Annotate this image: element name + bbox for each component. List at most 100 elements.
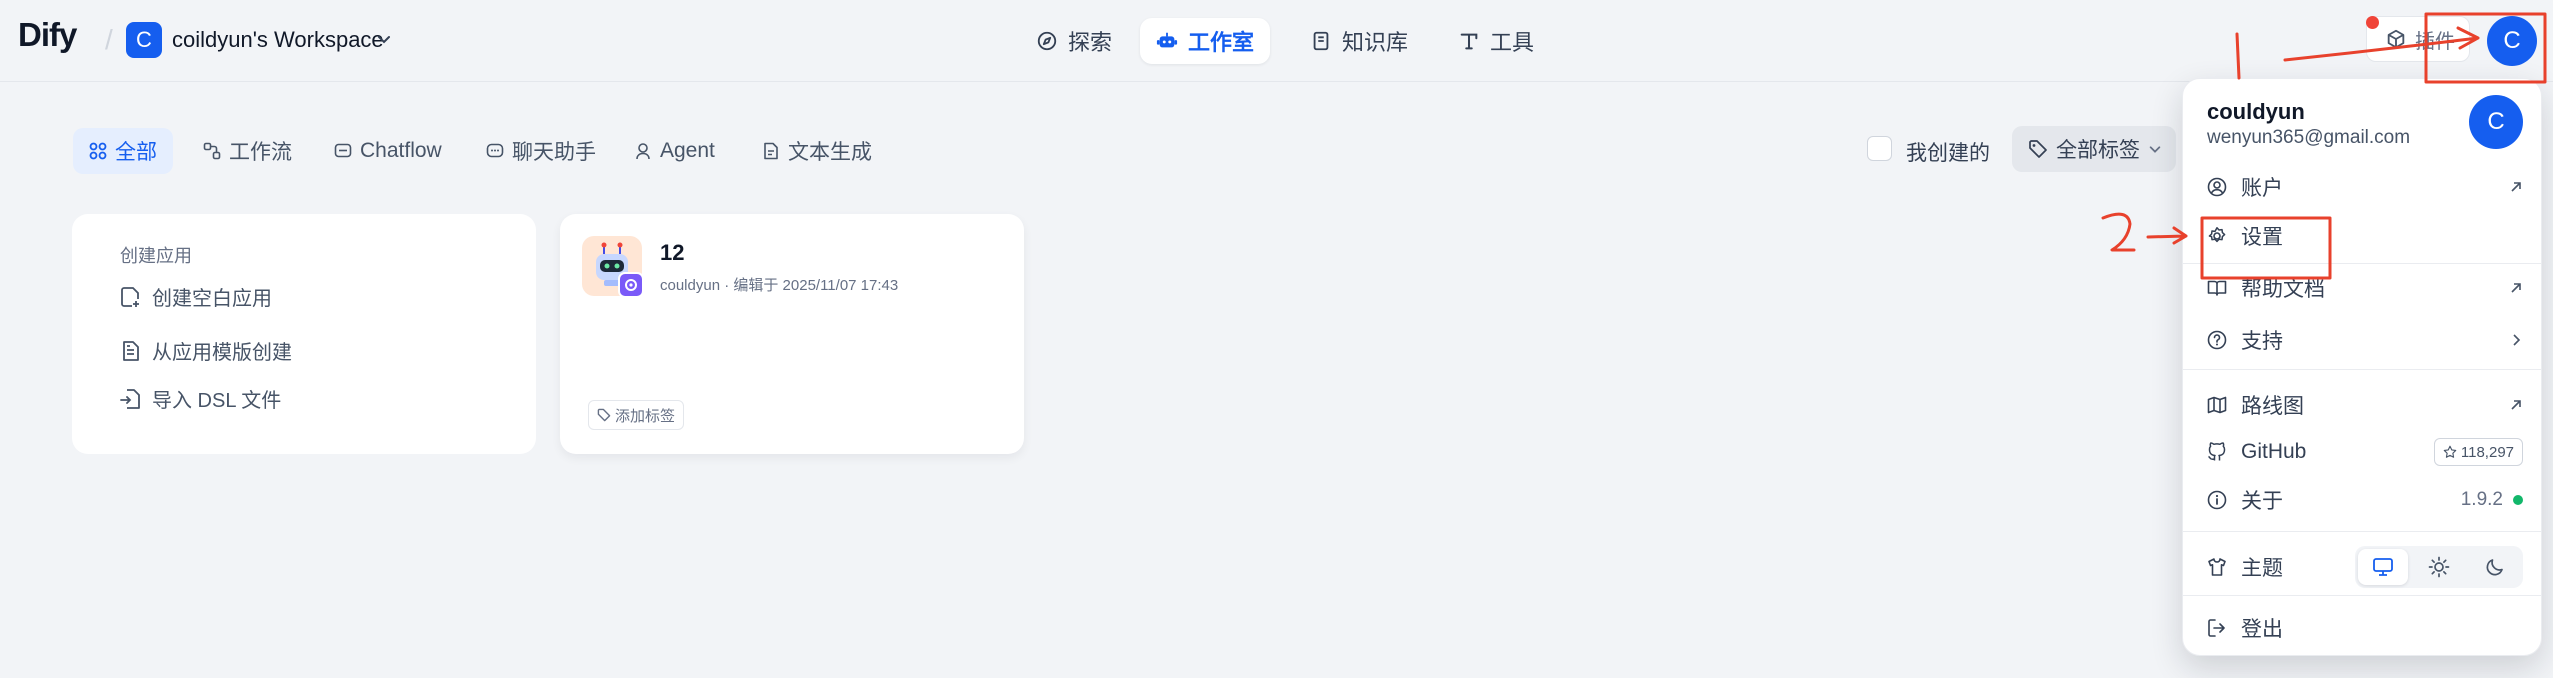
menu-item-github[interactable]: GitHub 118,297 [2207, 436, 2523, 468]
menu-github-label: GitHub [2241, 440, 2307, 463]
menu-divider [2183, 531, 2541, 532]
menu-item-theme: 主题 [2207, 546, 2523, 588]
import-dsl-label: 导入 DSL 文件 [152, 390, 282, 412]
menu-item-settings[interactable]: 设置 [2207, 220, 2523, 252]
chevron-right-icon [2509, 333, 2523, 347]
chevron-down-icon [2148, 142, 2162, 156]
menu-user-avatar: C [2469, 95, 2523, 149]
menu-settings-label: 设置 [2241, 226, 2283, 249]
tag-icon [597, 408, 611, 422]
tab-chatflow[interactable]: Chatflow [318, 128, 458, 174]
annotation-number-2 [2101, 212, 2136, 252]
menu-divider [2183, 369, 2541, 370]
create-template-label: 从应用模版创建 [152, 342, 292, 364]
workflow-icon [203, 142, 221, 160]
menu-item-account[interactable]: 账户 [2207, 171, 2523, 203]
user-avatar-button[interactable]: C [2487, 16, 2537, 66]
create-app-title: 创建应用 [120, 246, 192, 266]
dify-logo[interactable]: Dify [18, 16, 77, 54]
add-tag-button[interactable]: 添加标签 [588, 400, 685, 430]
menu-roadmap-label: 路线图 [2241, 395, 2304, 418]
tab-agent-label: Agent [660, 139, 715, 162]
create-from-template-button[interactable]: 从应用模版创建 [120, 336, 292, 365]
menu-item-roadmap[interactable]: 路线图 [2207, 389, 2523, 421]
menu-divider [2183, 263, 2541, 264]
notification-dot [2366, 16, 2379, 29]
gear-icon [2207, 226, 2227, 246]
workspace-name[interactable]: coildyun's Workspace [172, 27, 384, 53]
tab-text-generation[interactable]: 文本生成 [746, 128, 888, 174]
menu-item-logout[interactable]: 登出 [2207, 612, 2523, 644]
all-tags-label: 全部标签 [2056, 139, 2140, 162]
sun-icon [2428, 556, 2450, 578]
menu-item-support[interactable]: 支持 [2207, 324, 2523, 356]
app-card[interactable]: 12 couldyun · 编辑于 2025/11/07 17:43 添加标签 [560, 214, 1024, 454]
menu-logout-label: 登出 [2241, 618, 2283, 641]
tab-workflow[interactable]: 工作流 [187, 128, 308, 174]
menu-about-label: 关于 [2241, 490, 2283, 513]
tab-all[interactable]: 全部 [73, 128, 173, 174]
tab-agent[interactable]: Agent [618, 128, 731, 174]
tag-icon [2028, 139, 2048, 159]
menu-divider [2183, 595, 2541, 596]
create-app-card: 创建应用 创建空白应用 从应用模版创建 导入 DSL 文件 [72, 214, 536, 454]
menu-account-label: 账户 [2241, 177, 2283, 200]
plugins-button[interactable]: 插件 [2366, 16, 2470, 62]
created-by-me-checkbox[interactable] [1867, 136, 1892, 161]
menu-help-label: 帮助文档 [2241, 278, 2325, 301]
theme-dark-button[interactable] [2470, 549, 2520, 585]
github-stars-badge: 118,297 [2433, 438, 2523, 466]
cube-icon [2385, 28, 2407, 50]
tab-text-label: 文本生成 [788, 141, 872, 164]
create-blank-app-button[interactable]: 创建空白应用 [120, 282, 272, 311]
user-circle-icon [2207, 177, 2227, 197]
chat-bubble-icon [486, 142, 504, 160]
nav-knowledge[interactable]: 知识库 [1294, 18, 1424, 64]
logo-text: Dify [18, 16, 77, 53]
moon-icon [2485, 557, 2505, 577]
created-by-me-label[interactable]: 我创建的 [1906, 137, 1990, 167]
map-icon [2207, 395, 2227, 415]
app-name: 12 [660, 240, 685, 265]
tab-chat-assistant[interactable]: 聊天助手 [470, 128, 612, 174]
logout-icon [2207, 618, 2227, 638]
logo-separator: / [105, 24, 113, 55]
all-tags-dropdown[interactable]: 全部标签 [2012, 126, 2176, 172]
nav-tools-label: 工具 [1490, 30, 1535, 55]
chevron-down-icon[interactable] [376, 31, 392, 47]
grid-icon [89, 142, 107, 160]
menu-user-name: couldyun [2207, 99, 2305, 124]
theme-light-button[interactable] [2414, 549, 2464, 585]
star-icon [2443, 445, 2457, 459]
nav-tools[interactable]: 工具 [1442, 18, 1550, 64]
workspace-avatar[interactable]: C [126, 22, 162, 58]
theme-switcher [2355, 546, 2523, 588]
file-import-icon [120, 388, 140, 410]
import-dsl-button[interactable]: 导入 DSL 文件 [120, 384, 281, 413]
version-info: 1.9.2 [2461, 489, 2523, 511]
menu-theme-label: 主题 [2241, 557, 2283, 580]
github-stars-count: 118,297 [2460, 443, 2514, 461]
menu-support-label: 支持 [2241, 330, 2283, 353]
document-icon [762, 142, 780, 160]
user-menu-dropdown: couldyun wenyun365@gmail.com C 账户 设置 帮助文… [2182, 78, 2542, 656]
monitor-icon [2372, 557, 2394, 577]
file-text-icon [120, 340, 140, 362]
app-meta: couldyun · 编辑于 2025/11/07 17:43 [660, 277, 899, 294]
nav-explore-label: 探索 [1068, 30, 1113, 55]
tab-all-label: 全部 [115, 141, 157, 164]
plugins-label: 插件 [2415, 30, 2455, 53]
help-circle-icon [2207, 330, 2227, 350]
book-open-icon [2207, 278, 2227, 298]
nav-studio[interactable]: 工作室 [1140, 18, 1271, 64]
external-arrow-icon [2509, 398, 2523, 412]
theme-system-button[interactable] [2358, 549, 2408, 585]
external-arrow-icon [2509, 281, 2523, 295]
compass-icon [1036, 30, 1058, 52]
nav-explore[interactable]: 探索 [1020, 18, 1128, 64]
external-arrow-icon [2509, 180, 2523, 194]
chatflow-icon [334, 142, 352, 160]
add-tag-label: 添加标签 [615, 407, 676, 425]
menu-item-help-docs[interactable]: 帮助文档 [2207, 272, 2523, 304]
menu-item-about[interactable]: 关于 1.9.2 [2207, 484, 2523, 516]
